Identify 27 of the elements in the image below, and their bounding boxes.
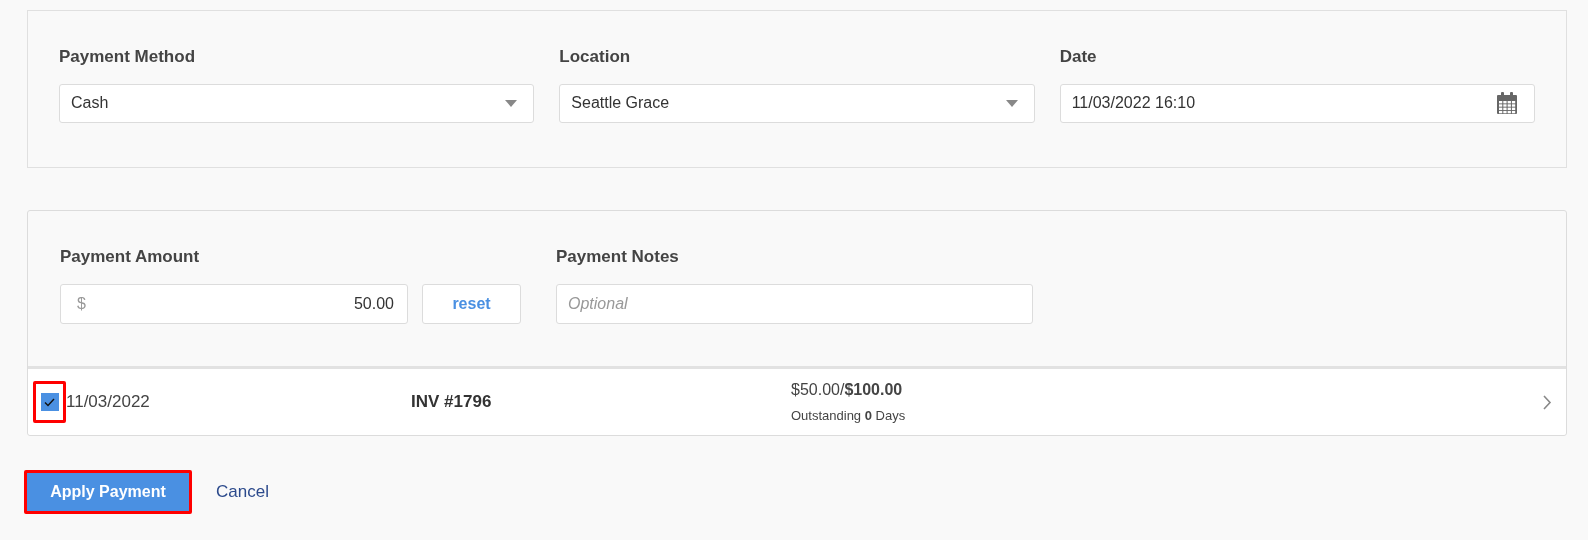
caret-icon xyxy=(505,99,518,107)
amount-value: 50.00 xyxy=(353,293,394,314)
field-value: 11/03/2022 16:10 xyxy=(1071,93,1196,113)
field-value: Cash xyxy=(71,93,109,113)
select-field[interactable]: Seattle Grace xyxy=(559,83,1035,123)
checkbox[interactable] xyxy=(40,393,59,411)
field-label: Location xyxy=(559,46,632,68)
field-label: Payment Method xyxy=(59,46,197,68)
amount-field[interactable]: $ 50.00 xyxy=(60,283,408,324)
field-label: Date xyxy=(1059,46,1098,68)
notes-field[interactable]: Optional xyxy=(556,283,1033,324)
invoice-amounts: $50.00/$100.00 xyxy=(791,380,904,401)
chevron-right-icon[interactable] xyxy=(1543,394,1552,410)
invoice-date: 11/03/2022 xyxy=(66,391,151,414)
field-value: Seattle Grace xyxy=(571,93,670,113)
caret-icon xyxy=(1005,99,1018,107)
invoice-number: INV #1796 xyxy=(411,391,493,414)
date-field[interactable]: 11/03/2022 16:10 xyxy=(1059,83,1535,123)
outstanding-days: Outstanding 0 Days xyxy=(791,406,1543,426)
field-label: Payment Amount xyxy=(60,246,201,268)
field-label: Payment Notes xyxy=(556,246,680,268)
currency-symbol: $ xyxy=(76,293,86,314)
calendar-icon xyxy=(1496,91,1518,115)
invoice-row[interactable]: 11/03/2022 INV #1796 $50.00/$100.00 Outstanding 0 Days xyxy=(28,369,1566,435)
select-field[interactable]: Cash xyxy=(59,83,535,123)
cancel-link[interactable]: Cancel xyxy=(216,479,269,505)
check-icon xyxy=(44,397,55,407)
